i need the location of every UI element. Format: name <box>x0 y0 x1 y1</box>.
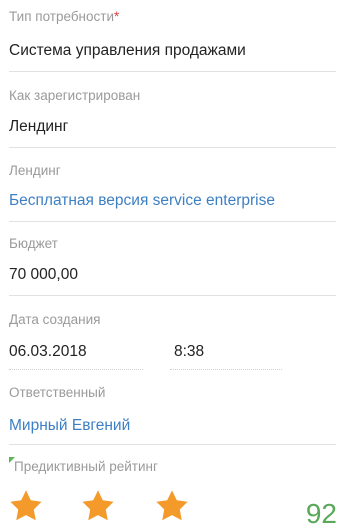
created-time-underline <box>170 368 282 370</box>
registered-as-underline <box>9 147 336 148</box>
rating-label: Предиктивный рейтинг <box>14 459 158 474</box>
created-date-underline <box>9 368 143 370</box>
landing-underline <box>9 221 336 222</box>
need-type-underline <box>9 71 336 72</box>
opportunity-details-panel: Тип потребности* Система управления прод… <box>0 0 348 532</box>
created-label: Дата создания <box>9 312 101 327</box>
star-icon <box>82 490 114 521</box>
need-type-label: Тип потребности* <box>9 9 120 24</box>
owner-link[interactable]: Мирный Евгений <box>9 417 130 435</box>
created-date-value[interactable]: 06.03.2018 <box>9 343 87 361</box>
registered-as-label: Как зарегистрирован <box>9 88 141 103</box>
created-time-value[interactable]: 8:38 <box>174 343 204 361</box>
owner-label: Ответственный <box>9 385 106 400</box>
required-mark: * <box>114 9 120 24</box>
star-icon <box>10 490 42 521</box>
budget-value[interactable]: 70 000,00 <box>9 266 78 284</box>
need-type-value[interactable]: Система управления продажами <box>9 42 246 60</box>
rating-score: 92 <box>305 498 337 529</box>
landing-label: Лендинг <box>9 163 61 178</box>
budget-label: Бюджет <box>9 236 58 251</box>
owner-underline <box>9 444 336 445</box>
budget-underline <box>9 295 336 296</box>
registered-as-value[interactable]: Лендинг <box>9 118 68 136</box>
star-icon <box>156 490 188 521</box>
landing-link[interactable]: Бесплатная версия service enterprise <box>9 192 275 210</box>
